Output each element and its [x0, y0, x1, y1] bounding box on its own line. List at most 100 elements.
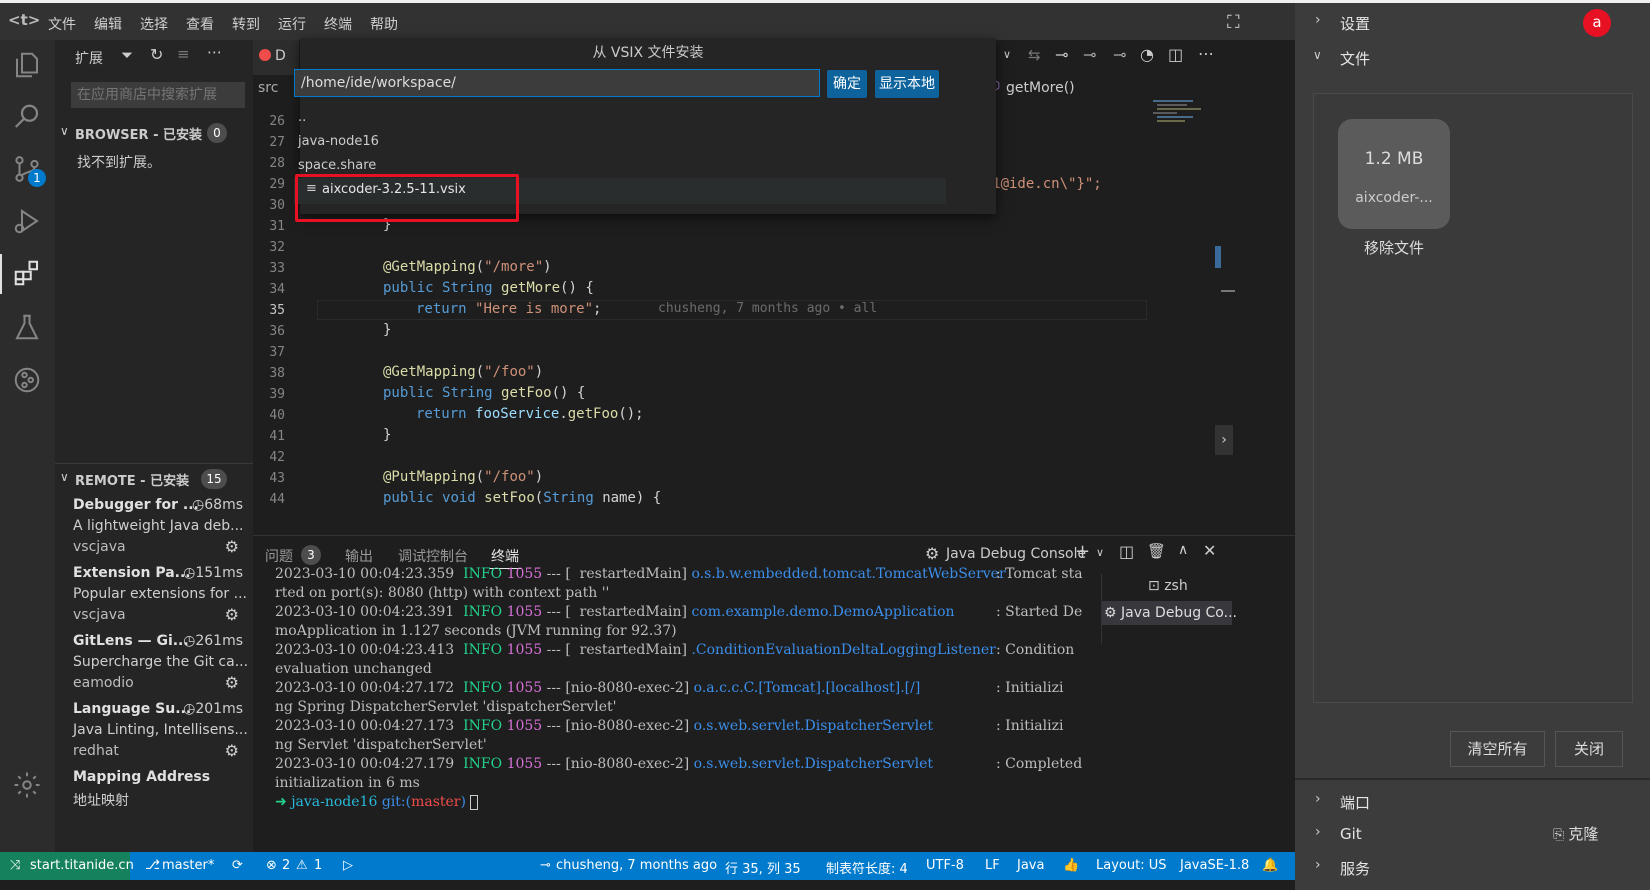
remote-indicator[interactable]: ⤨ start.titanide.cn [0, 852, 134, 880]
manage-gear-icon[interactable]: ⚙ [225, 537, 239, 556]
git-commit-icon[interactable]: ⊸ [1055, 45, 1068, 64]
extension-item[interactable]: Mapping Address 地址映射 [55, 767, 253, 817]
browser-section-header[interactable]: BROWSER - 已安装 [75, 124, 202, 143]
menu-help[interactable]: 帮助 [370, 14, 398, 34]
path-input[interactable] [294, 69, 820, 97]
extension-item[interactable]: Debugger for ... ◷68ms A lightweight Jav… [55, 495, 253, 563]
minimap[interactable] [1149, 98, 1224, 178]
close-panel-icon[interactable]: ✕ [1203, 541, 1216, 560]
tab-label: D [275, 48, 286, 64]
menu-run[interactable]: 运行 [278, 14, 306, 34]
tab-terminal[interactable]: 终端 [491, 546, 519, 566]
run-debug-icon[interactable] [12, 206, 42, 236]
warning-icon[interactable]: ⚠ [296, 858, 308, 873]
thumbs-up-icon[interactable]: 👍 [1063, 858, 1079, 873]
menu-selection[interactable]: 选择 [140, 14, 168, 34]
expand-panel-icon[interactable]: › [1215, 425, 1233, 455]
remove-file-link[interactable]: 移除文件 [1338, 237, 1450, 258]
manage-gear-icon[interactable]: ⚙ [225, 673, 239, 692]
refresh-icon[interactable]: ↻ [150, 45, 163, 64]
menu-go[interactable]: 转到 [232, 14, 260, 34]
extension-item[interactable]: Extension Pa... ◷151ms Popular extension… [55, 563, 253, 631]
trash-icon[interactable]: 🗑 [1147, 542, 1166, 560]
terminal-output[interactable]: 2023-03-10 00:04:23.359 INFO 1055 --- [ … [253, 566, 1099, 816]
filter-icon[interactable]: ⏷ [121, 46, 133, 64]
keyboard-layout[interactable]: Layout: US [1096, 858, 1166, 873]
files-section[interactable]: ∨ 文件 [1295, 39, 1650, 73]
list-item-folder[interactable]: space.share [298, 158, 376, 173]
debug-run-icon[interactable]: ▷ [343, 858, 353, 873]
more-actions-icon[interactable]: ⋯ [207, 43, 222, 61]
extension-item[interactable]: GitLens — Gi... ◷261ms Supercharge the G… [55, 631, 253, 699]
terminal-list-item[interactable]: ⊡ zsh [1148, 578, 1188, 594]
breadcrumb-method[interactable]: getMore() [1006, 80, 1075, 96]
log-thread: [nio-8080-exec-2] [565, 756, 690, 772]
menu-terminal[interactable]: 终端 [324, 14, 352, 34]
explorer-icon[interactable] [12, 50, 42, 80]
search-icon[interactable] [12, 102, 42, 132]
clear-icon[interactable]: ≡ [177, 45, 190, 63]
list-item-parent[interactable]: .. [298, 110, 306, 125]
clear-all-button[interactable]: 清空所有 [1450, 731, 1545, 767]
editor-tab[interactable]: D [253, 40, 299, 75]
tab-problems[interactable]: 问题 [265, 546, 293, 566]
extension-item[interactable]: Language Su... ◷201ms Java Linting, Inte… [55, 699, 253, 767]
confirm-button[interactable]: 确定 [827, 70, 867, 98]
previous-change-icon[interactable]: ⊸ [1083, 45, 1096, 64]
close-button[interactable]: 关闭 [1555, 731, 1623, 767]
remote-section-header[interactable]: REMOTE - 已安装 [75, 470, 189, 489]
testing-icon[interactable] [12, 312, 42, 342]
encoding[interactable]: UTF-8 [926, 858, 964, 873]
extensions-icon[interactable] [12, 258, 42, 288]
chevron-down-icon[interactable]: ∨ [60, 124, 69, 138]
ports-section[interactable]: › 端口 [1295, 783, 1650, 817]
app-logo[interactable]: <t> [8, 11, 40, 29]
menu-edit[interactable]: 编辑 [94, 14, 122, 34]
manage-gear-icon[interactable]: ⚙ [225, 605, 239, 624]
cursor-position[interactable]: 行 35, 列 35 [725, 858, 801, 877]
error-count[interactable]: 2 [282, 858, 290, 873]
git-blame-status[interactable]: chusheng, 7 months ago [556, 858, 717, 873]
maximize-panel-icon[interactable]: ∧ [1178, 542, 1188, 558]
git-compare-icon[interactable]: ⇆ [1028, 46, 1041, 64]
file-drop-area[interactable]: 1.2 MB aixcoder-... 移除文件 [1313, 93, 1633, 703]
java-runtime[interactable]: JavaSE-1.8 [1180, 858, 1249, 873]
fullscreen-icon[interactable]: ⛶ [1227, 12, 1240, 33]
chevron-down-icon[interactable]: ∨ [60, 470, 69, 484]
timeline-icon[interactable]: ◔ [1140, 45, 1154, 64]
git-graph-icon[interactable] [12, 365, 42, 395]
clone-button[interactable]: ⎘ 克隆 [1553, 823, 1623, 845]
menu-file[interactable]: 文件 [48, 14, 76, 34]
line-endings[interactable]: LF [985, 858, 1000, 873]
file-card[interactable]: 1.2 MB aixcoder-... [1338, 119, 1450, 229]
settings-gear-icon[interactable] [12, 770, 42, 800]
language-mode[interactable]: Java [1017, 858, 1044, 873]
list-item-folder[interactable]: java-node16 [298, 134, 379, 149]
bell-icon[interactable]: 🔔 [1262, 858, 1278, 873]
split-terminal-icon[interactable]: ◫ [1119, 542, 1134, 561]
chevron-down-icon[interactable]: ∨ [1003, 48, 1011, 61]
manage-gear-icon[interactable]: ⚙ [225, 741, 239, 760]
avatar[interactable]: a [1583, 9, 1611, 37]
breadcrumb-src[interactable]: src [258, 80, 278, 96]
split-editor-icon[interactable]: ◫ [1168, 45, 1183, 64]
branch-icon[interactable]: ⎇ [145, 858, 160, 873]
indentation[interactable]: 制表符长度: 4 [826, 858, 908, 877]
chevron-down-icon[interactable]: ∨ [1096, 546, 1104, 559]
show-local-button[interactable]: 显示本地 [875, 70, 939, 98]
scrollbar-thumb[interactable] [1215, 246, 1221, 268]
extension-search-input[interactable] [71, 82, 245, 108]
more-actions-icon[interactable]: ⋯ [1198, 44, 1214, 63]
tab-output[interactable]: 输出 [345, 546, 373, 566]
services-section[interactable]: › 服务 [1295, 849, 1650, 883]
next-change-icon[interactable]: ⊸ [1113, 45, 1126, 64]
menu-view[interactable]: 查看 [186, 14, 214, 34]
tab-debug-console[interactable]: 调试控制台 [398, 546, 468, 566]
error-icon[interactable]: ⊗ [266, 858, 277, 873]
terminal-list-item[interactable]: ⚙ Java Debug Co... [1102, 601, 1237, 625]
warning-count[interactable]: 1 [314, 858, 322, 873]
new-terminal-icon[interactable]: + [1075, 541, 1090, 562]
git-branch[interactable]: master* [162, 858, 214, 873]
sync-icon[interactable]: ⟳ [232, 858, 243, 873]
active-terminal-name[interactable]: Java Debug Console [946, 546, 1086, 562]
